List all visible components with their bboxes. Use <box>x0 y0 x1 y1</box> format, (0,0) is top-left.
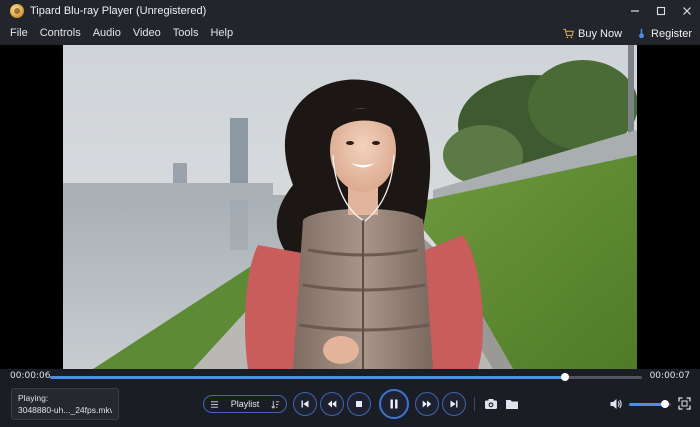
window-title: Tipard Blu-ray Player (Unregistered) <box>30 5 207 17</box>
video-frame <box>63 45 637 369</box>
register-label: Register <box>651 27 692 40</box>
menu-bar: File Controls Audio Video Tools Help Buy… <box>0 22 700 45</box>
volume-icon[interactable] <box>609 397 623 411</box>
stop-icon <box>356 401 362 407</box>
window-controls <box>622 0 700 22</box>
menu-help[interactable]: Help <box>204 22 239 45</box>
buy-now-label: Buy Now <box>578 27 623 40</box>
video-viewport[interactable] <box>0 45 700 369</box>
playlist-button[interactable]: Playlist <box>203 395 287 413</box>
sort-icon[interactable] <box>271 400 280 409</box>
minimize-icon <box>631 10 639 12</box>
open-folder-button[interactable] <box>504 396 520 412</box>
buy-now-button[interactable]: Buy Now <box>563 28 622 40</box>
fast-forward-icon <box>422 400 432 408</box>
menu-controls[interactable]: Controls <box>34 22 87 45</box>
now-playing-file: 3048880-uh..._24fps.mkv <box>18 405 112 415</box>
volume-slider-fill <box>629 403 665 406</box>
seek-bar-fill <box>50 376 566 379</box>
playlist-menu-icon <box>210 400 219 408</box>
video-scene-image <box>63 45 637 369</box>
rewind-icon <box>327 400 337 408</box>
menu-audio[interactable]: Audio <box>87 22 127 45</box>
folder-icon <box>506 400 518 409</box>
key-icon <box>639 28 644 39</box>
volume-slider[interactable] <box>629 400 671 408</box>
menu-right-actions: Buy Now Register <box>563 22 692 45</box>
rewind-button[interactable] <box>320 392 344 416</box>
seek-handle[interactable] <box>561 373 570 381</box>
control-divider <box>474 397 475 411</box>
minimize-button[interactable] <box>622 0 648 22</box>
previous-button[interactable] <box>293 392 317 416</box>
progress-row: 00:00:06 00:00:07 <box>0 369 700 385</box>
title-bar: Tipard Blu-ray Player (Unregistered) <box>0 0 700 22</box>
menu-file[interactable]: File <box>0 22 34 45</box>
maximize-button[interactable] <box>648 0 674 22</box>
fullscreen-icon[interactable] <box>678 397 691 410</box>
control-bar: Playing: 3048880-uh..._24fps.mkv Playlis… <box>0 385 700 427</box>
now-playing-label: Playing: <box>18 393 49 403</box>
close-icon <box>683 7 691 15</box>
cart-icon <box>563 28 574 39</box>
app-logo-icon <box>10 4 24 18</box>
total-time: 00:00:07 <box>649 371 690 381</box>
snapshot-icon <box>485 399 497 409</box>
seek-bar[interactable] <box>50 373 642 381</box>
next-icon <box>450 400 458 408</box>
volume-handle[interactable] <box>660 400 669 408</box>
register-button[interactable]: Register <box>636 28 692 40</box>
snapshot-button[interactable] <box>483 396 499 412</box>
pause-button[interactable] <box>379 389 409 419</box>
menu-video[interactable]: Video <box>127 22 167 45</box>
now-playing-box: Playing: 3048880-uh..._24fps.mkv <box>11 388 119 420</box>
maximize-icon <box>656 6 666 16</box>
pause-icon <box>390 399 398 409</box>
fast-forward-button[interactable] <box>415 392 439 416</box>
next-button[interactable] <box>442 392 466 416</box>
menu-tools[interactable]: Tools <box>167 22 205 45</box>
close-button[interactable] <box>674 0 700 22</box>
player-window: Tipard Blu-ray Player (Unregistered) Fil… <box>0 0 700 427</box>
previous-icon <box>301 400 309 408</box>
elapsed-time: 00:00:06 <box>10 371 51 381</box>
playlist-label: Playlist <box>230 399 260 409</box>
stop-button[interactable] <box>347 392 371 416</box>
